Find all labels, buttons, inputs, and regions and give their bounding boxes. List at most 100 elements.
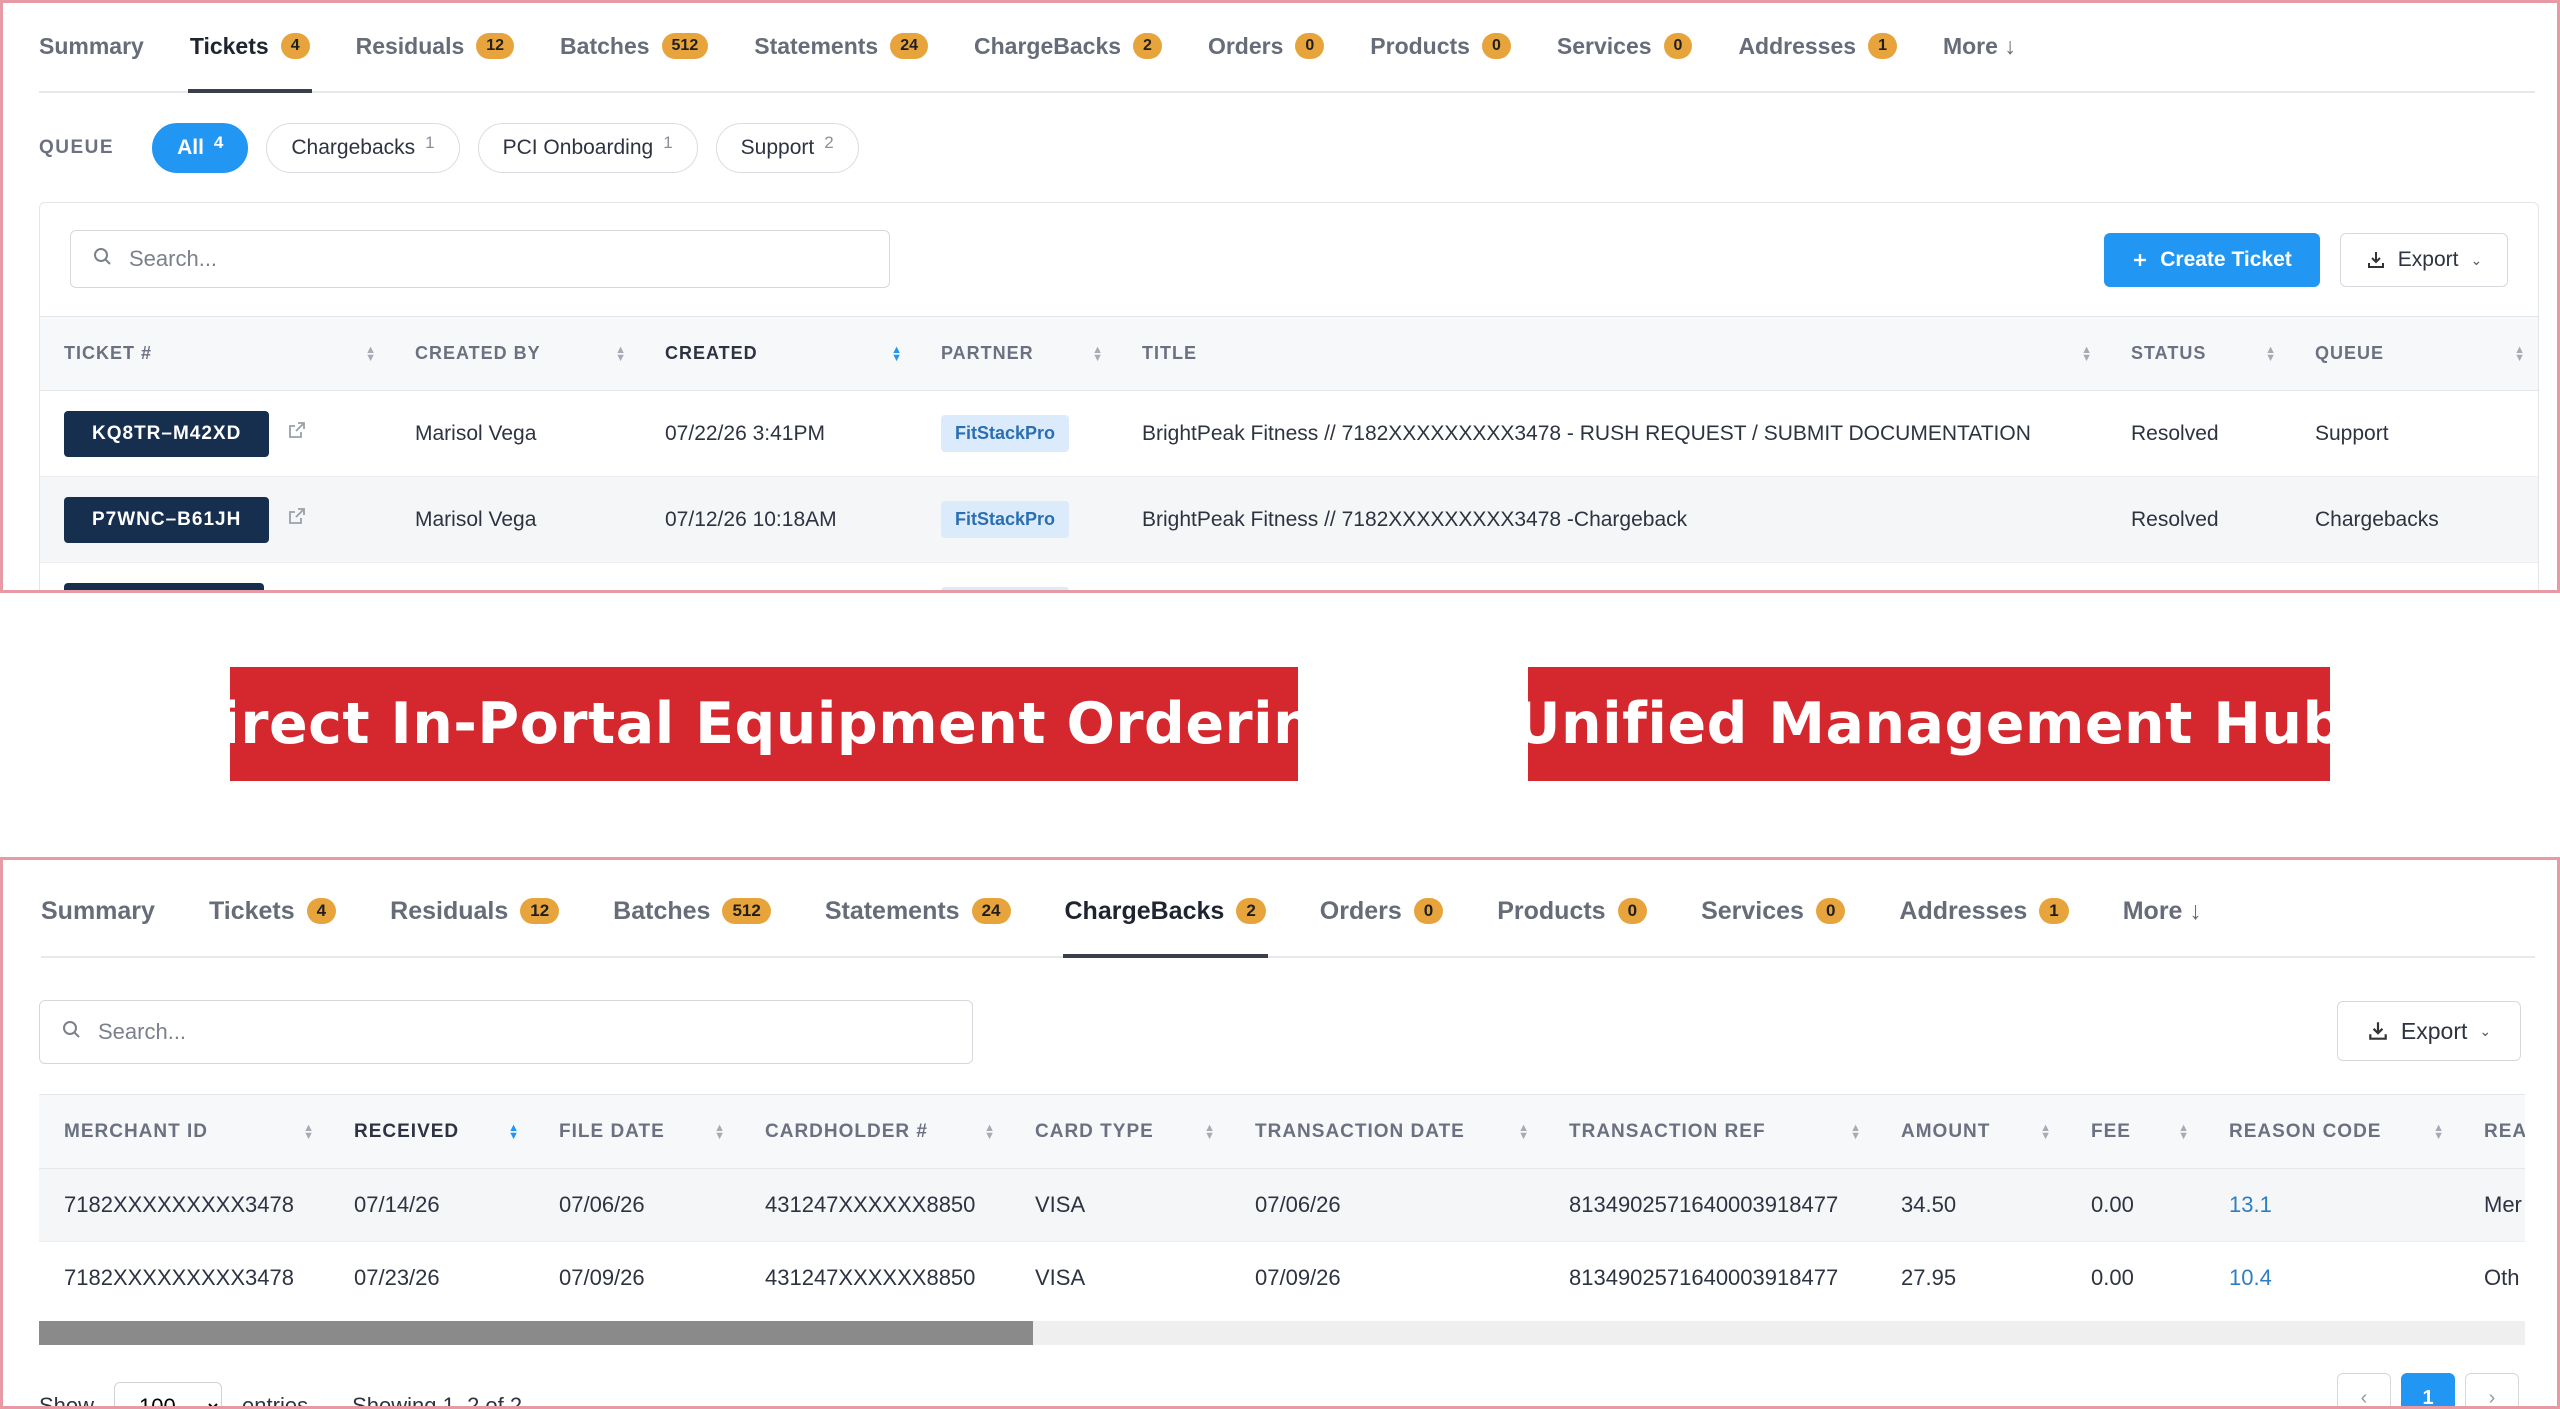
column-header-partner[interactable]: PARTNER ▲ ▼ <box>917 316 1118 391</box>
tab-residuals[interactable]: Residuals 12 <box>390 866 560 956</box>
cell-status: Resolved <box>2107 390 2291 477</box>
sort-icon[interactable]: ▲ ▼ <box>2040 1122 2052 1141</box>
sort-icon[interactable]: ▲ ▼ <box>714 1122 726 1141</box>
chargeback-export-button[interactable]: Export ⌄ <box>2337 1001 2521 1061</box>
sort-icon[interactable]: ▲ ▼ <box>1092 344 1104 363</box>
cell-reason-code[interactable]: 10.4 <box>2204 1241 2459 1312</box>
column-header-transaction-date[interactable]: TRANSACTION DATE ▲ ▼ <box>1230 1094 1544 1169</box>
column-header-fee[interactable]: FEE ▲ ▼ <box>2066 1094 2204 1169</box>
column-header-rea[interactable]: REA <box>2459 1094 2525 1169</box>
sort-icon[interactable]: ▲ ▼ <box>984 1122 996 1141</box>
tab-services[interactable]: Services 0 <box>1556 3 1693 91</box>
column-header-reason-code[interactable]: REASON CODE ▲ ▼ <box>2204 1094 2459 1169</box>
sort-icon[interactable]: ▲ ▼ <box>1518 1122 1530 1141</box>
tab-batches[interactable]: Batches 512 <box>560 3 709 91</box>
ticket-search-box[interactable] <box>70 230 890 288</box>
export-button[interactable]: Export ⌄ <box>2340 233 2508 287</box>
tab-summary[interactable]: Summary <box>39 3 144 91</box>
sort-icon[interactable]: ▲ ▼ <box>2433 1122 2445 1141</box>
prev-page-button[interactable]: ‹ <box>2337 1373 2391 1406</box>
page-1-button[interactable]: 1 <box>2401 1373 2455 1406</box>
column-header-merchant-id[interactable]: MERCHANT ID ▲ ▼ <box>39 1094 329 1169</box>
reason-code-link[interactable]: 10.4 <box>2229 1265 2272 1290</box>
chevron-down-icon: ⌄ <box>2470 251 2483 268</box>
column-header-label: RECEIVED <box>354 1120 460 1142</box>
sort-icon[interactable]: ▲ ▼ <box>2178 1122 2190 1141</box>
tab-chargebacks[interactable]: ChargeBacks 2 <box>1062 866 1269 958</box>
cell-queue: Support <box>2291 390 2538 477</box>
reason-code-link[interactable]: 13.1 <box>2229 1192 2272 1217</box>
entries-select[interactable]: 100 <box>114 1382 223 1406</box>
tab-count-badge: 12 <box>520 898 560 924</box>
tab-products[interactable]: Products 0 <box>1370 3 1511 91</box>
horizontal-scrollbar[interactable] <box>39 1321 2525 1345</box>
sort-icon[interactable]: ▲ ▼ <box>891 344 903 363</box>
tab-tickets[interactable]: Tickets 4 <box>187 3 312 93</box>
tab-label: Services <box>1556 32 1652 59</box>
queue-chip-all[interactable]: All 4 <box>152 123 249 173</box>
tab-label: Residuals <box>390 896 509 925</box>
sort-icon[interactable]: ▲ ▼ <box>303 1122 315 1141</box>
tab-statements[interactable]: Statements 24 <box>825 866 1011 956</box>
column-header-status[interactable]: STATUS ▲ ▼ <box>2107 316 2291 391</box>
tab-tickets[interactable]: Tickets 4 <box>209 866 337 956</box>
sort-icon[interactable]: ▲ ▼ <box>2514 344 2526 363</box>
ticket-id-badge[interactable]: R3ZVK–T09LM <box>64 582 265 590</box>
download-icon <box>2366 250 2386 270</box>
tab-batches[interactable]: Batches 512 <box>613 866 771 956</box>
column-header-file-date[interactable]: FILE DATE ▲ ▼ <box>534 1094 740 1169</box>
column-header-transaction-ref[interactable]: TRANSACTION REF ▲ ▼ <box>1544 1094 1876 1169</box>
create-ticket-button[interactable]: Create Ticket <box>2104 233 2320 287</box>
queue-chip-support[interactable]: Support 2 <box>715 123 859 173</box>
cell-created: 05/19/26 2:06PM <box>641 562 917 590</box>
scrollbar-thumb[interactable] <box>39 1321 1034 1345</box>
tab-summary[interactable]: Summary <box>41 866 155 956</box>
sort-icon[interactable]: ▲ ▼ <box>1204 1122 1216 1141</box>
column-header-label: CREATED <box>665 343 758 363</box>
tab-addresses[interactable]: Addresses 1 <box>1899 866 2069 956</box>
tab-statements[interactable]: Statements 24 <box>754 3 929 91</box>
ticket-search-input[interactable] <box>129 246 766 272</box>
column-header-ticket[interactable]: TICKET # ▲ ▼ <box>40 316 391 391</box>
chargeback-search-input[interactable] <box>98 1019 826 1045</box>
column-header-cardholder[interactable]: CARDHOLDER # ▲ ▼ <box>740 1094 1010 1169</box>
column-header-created-by[interactable]: CREATED BY ▲ ▼ <box>391 316 641 391</box>
column-header-created[interactable]: CREATED ▲ ▼ <box>641 316 917 391</box>
tab-orders[interactable]: Orders 0 <box>1320 866 1444 956</box>
tab-services[interactable]: Services 0 <box>1701 866 1846 956</box>
sort-icon[interactable]: ▲ ▼ <box>2081 344 2093 363</box>
sort-icon[interactable]: ▲ ▼ <box>365 344 377 363</box>
tab-addresses[interactable]: Addresses 1 <box>1738 3 1897 91</box>
ticket-id-badge[interactable]: KQ8TR–M42XD <box>64 410 270 457</box>
column-header-title[interactable]: TITLE ▲ ▼ <box>1118 316 2107 391</box>
tab-count-badge: 4 <box>280 33 310 59</box>
ticket-id-badge[interactable]: P7WNC–B61JH <box>64 496 270 543</box>
sort-icon[interactable]: ▲ ▼ <box>508 1122 520 1141</box>
queue-chip-chargebacks[interactable]: Chargebacks 1 <box>266 123 460 173</box>
chargeback-export-label: Export <box>2400 1017 2468 1044</box>
tab-products[interactable]: Products 0 <box>1497 866 1648 956</box>
column-header-queue[interactable]: QUEUE ▲ ▼ <box>2291 316 2538 391</box>
column-header-card-type[interactable]: CARD TYPE ▲ ▼ <box>1010 1094 1230 1169</box>
sort-icon[interactable]: ▲ ▼ <box>2265 344 2277 363</box>
sort-icon[interactable]: ▲ ▼ <box>615 344 627 363</box>
cell-reason-code[interactable]: 13.1 <box>2204 1168 2459 1242</box>
tab-label: Summary <box>41 896 155 925</box>
tab-orders[interactable]: Orders 0 <box>1208 3 1325 91</box>
external-link-icon[interactable] <box>287 506 307 532</box>
queue-chip-label: Support <box>740 136 815 159</box>
sort-icon[interactable]: ▲ ▼ <box>1850 1122 1862 1141</box>
queue-chip-pci-onboarding[interactable]: PCI Onboarding 1 <box>477 123 698 173</box>
tab-residuals[interactable]: Residuals 12 <box>356 3 515 91</box>
tab-label: Services <box>1701 896 1804 925</box>
tab-chargebacks[interactable]: ChargeBacks 2 <box>974 3 1162 91</box>
chargeback-search-box[interactable] <box>39 1000 973 1064</box>
cell-merchant-id: 7182XXXXXXXXX3478 <box>39 1241 329 1312</box>
external-link-icon[interactable] <box>282 592 302 593</box>
tab-more[interactable]: More ↓ <box>1943 3 2016 91</box>
next-page-button[interactable]: › <box>2465 1373 2519 1406</box>
tab-more[interactable]: More ↓ <box>2123 866 2202 956</box>
column-header-amount[interactable]: AMOUNT ▲ ▼ <box>1876 1094 2066 1169</box>
column-header-received[interactable]: RECEIVED ▲ ▼ <box>329 1094 534 1169</box>
external-link-icon[interactable] <box>287 420 307 446</box>
